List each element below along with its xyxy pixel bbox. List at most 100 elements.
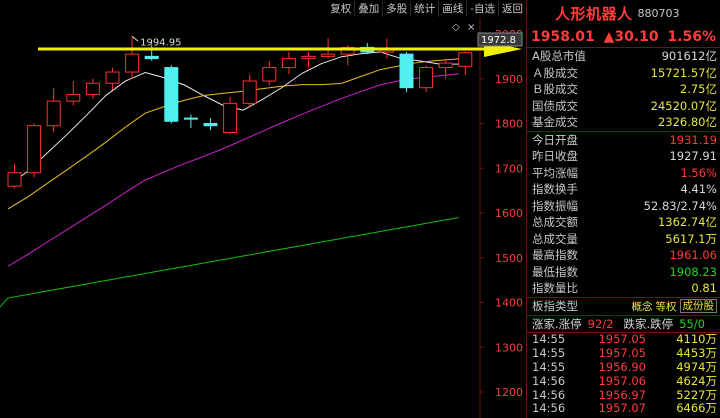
tick-time: 14:56 xyxy=(532,401,566,416)
candle-up xyxy=(458,52,473,67)
toolbar-multi-stock-button[interactable]: 多股 xyxy=(382,1,410,17)
candle-up xyxy=(27,125,42,174)
tick-row: 14:56 1957.07 6466万 xyxy=(527,401,720,415)
tick-price: 1957.05 xyxy=(598,346,646,361)
decline-value: 55/0 xyxy=(679,316,705,331)
stat-row: A股总市值 901612亿 xyxy=(527,48,720,65)
kline-svg[interactable]: 2000190018001700160015001400130012001994… xyxy=(0,0,526,418)
index-type-label: 板指类型 xyxy=(532,299,578,313)
index-code: 880703 xyxy=(637,6,680,20)
y-tick-label: 1700 xyxy=(495,162,523,175)
stat-row: Ｂ股成交 2.75亿 xyxy=(527,81,720,98)
tick-vol: 6466万 xyxy=(676,401,717,416)
stat-value: 1362.74亿 xyxy=(657,215,717,230)
stat-row: 指数振幅 52.83/2.74% xyxy=(527,198,720,215)
ma60-line xyxy=(0,216,459,308)
current-price-box-label: 1972.8 xyxy=(481,35,516,46)
stat-row: 昨日收盘 1927.91 xyxy=(527,148,720,165)
ma10-line xyxy=(7,58,459,210)
toolbar-draw-button[interactable]: 画线 xyxy=(438,1,466,17)
tick-time: 14:55 xyxy=(532,346,566,361)
tick-time: 14:56 xyxy=(532,373,566,388)
tag-concept[interactable]: 概念 xyxy=(632,299,653,314)
candle-up xyxy=(66,93,81,102)
panel-header: 人形机器人 880703 xyxy=(527,0,720,26)
index-stats: 今日开盘 1931.19 昨日收盘 1927.91 平均涨幅 1.56% 指数换手 4.41%… xyxy=(527,132,720,297)
tick-price: 1956.90 xyxy=(598,360,646,374)
index-type-row: 板指类型 概念 等权 成份股 xyxy=(527,296,720,315)
stat-value: 1908.23 xyxy=(669,264,717,279)
stat-row: 今日开盘 1931.19 xyxy=(527,132,720,149)
stat-label: 总成交额 xyxy=(532,215,578,230)
y-tick-label: 1300 xyxy=(495,341,523,354)
decline-label: 跌家.跌停 xyxy=(623,316,674,331)
kline-chart[interactable]: 2000190018001700160015001400130012001994… xyxy=(0,0,526,418)
stat-label: 指数振幅 xyxy=(532,198,578,213)
market-stats: A股总市值 901612亿 Ａ股成交 15721.57亿 Ｂ股成交 2.75亿 国债成交 24… xyxy=(527,48,720,131)
stat-row: 最低指数 1908.23 xyxy=(527,264,720,281)
high-marker-line xyxy=(131,35,139,42)
tag-constituents-button[interactable]: 成份股 xyxy=(679,299,717,313)
candle-up xyxy=(105,71,120,84)
advance-decline-row: 涨家.涨停 92/2 跌家.跌停 55/0 xyxy=(527,314,720,333)
stat-row: 指数量比 0.81 xyxy=(527,280,720,297)
stat-label: Ｂ股成交 xyxy=(532,82,578,97)
tick-price: 1956.97 xyxy=(598,387,646,402)
tick-time: 14:55 xyxy=(532,360,566,374)
candle-up xyxy=(281,58,296,69)
tick-price: 1957.05 xyxy=(598,332,646,347)
quote-panel: 人形机器人 880703 1958.01 ▲30.10 1.56% A股总市值 9… xyxy=(526,0,720,418)
candle-up xyxy=(223,102,238,133)
chart-toolbar: 复权 叠加 多股 统计 画线 -自选 返回 xyxy=(0,0,526,18)
tick-list[interactable]: 14:55 1957.05 4110万 14:55 1957.05 4453万 14:55 1… xyxy=(527,332,720,415)
tag-equal-weight[interactable]: 等权 xyxy=(656,299,677,314)
candle-down xyxy=(203,123,218,127)
y-tick-label: 1600 xyxy=(495,207,523,220)
stat-label: 平均涨幅 xyxy=(532,165,578,180)
stat-value: 15721.57亿 xyxy=(650,65,717,80)
candle-down xyxy=(399,53,414,89)
stat-value: 1.56% xyxy=(680,165,717,180)
close-icon: × xyxy=(467,22,475,33)
toolbar-watchlist-button[interactable]: -自选 xyxy=(466,1,498,17)
index-name: 人形机器人 xyxy=(555,4,633,23)
tick-time: 14:55 xyxy=(532,332,566,347)
stat-value: 24520.07亿 xyxy=(650,98,717,113)
stat-row: 指数换手 4.41% xyxy=(527,181,720,198)
toolbar-back-button[interactable]: 返回 xyxy=(498,1,526,17)
stat-label: 基金成交 xyxy=(532,115,578,130)
stat-label: 最高指数 xyxy=(532,248,578,263)
candle-up xyxy=(419,67,434,89)
y-tick-label: 1900 xyxy=(495,73,523,86)
stat-row: 总成交额 1362.74亿 xyxy=(527,214,720,231)
stat-value: 1931.19 xyxy=(669,132,717,147)
stat-row: 基金成交 2326.80亿 xyxy=(527,114,720,131)
candle-up xyxy=(262,67,277,82)
stat-label: 总成交量 xyxy=(532,231,578,246)
tick-price: 1957.06 xyxy=(598,373,646,388)
candle-up xyxy=(321,53,336,57)
stat-row: 总成交量 5617.1万 xyxy=(527,231,720,248)
toolbar-fuquan-button[interactable]: 复权 xyxy=(327,1,354,17)
stat-label: 指数换手 xyxy=(532,182,578,197)
advance-value: 92/2 xyxy=(587,316,614,331)
price-change-pct: 1.56% xyxy=(667,28,716,45)
toolbar-stats-button[interactable]: 统计 xyxy=(410,1,438,17)
stat-label: 指数量比 xyxy=(532,281,578,296)
y-tick-label: 1800 xyxy=(495,118,523,131)
high-price-label: 1994.95 xyxy=(140,37,181,48)
stat-row: Ａ股成交 15721.57亿 xyxy=(527,65,720,82)
toolbar-overlay-button[interactable]: 叠加 xyxy=(354,1,382,17)
tick-time: 14:56 xyxy=(532,387,566,402)
ma20-line xyxy=(7,73,459,267)
candle-up xyxy=(438,62,453,69)
diamond-icon: ◇ xyxy=(452,22,460,33)
candle-down xyxy=(164,67,179,122)
quote-row: 1958.01 ▲30.10 1.56% xyxy=(527,26,720,48)
advance-label: 涨家.涨停 xyxy=(532,316,582,331)
stat-label: Ａ股成交 xyxy=(532,65,578,80)
stat-value: 5617.1万 xyxy=(665,231,717,246)
stat-label: A股总市值 xyxy=(532,49,586,64)
stat-value: 1927.91 xyxy=(669,149,717,164)
stat-value: 52.83/2.74% xyxy=(643,198,717,213)
